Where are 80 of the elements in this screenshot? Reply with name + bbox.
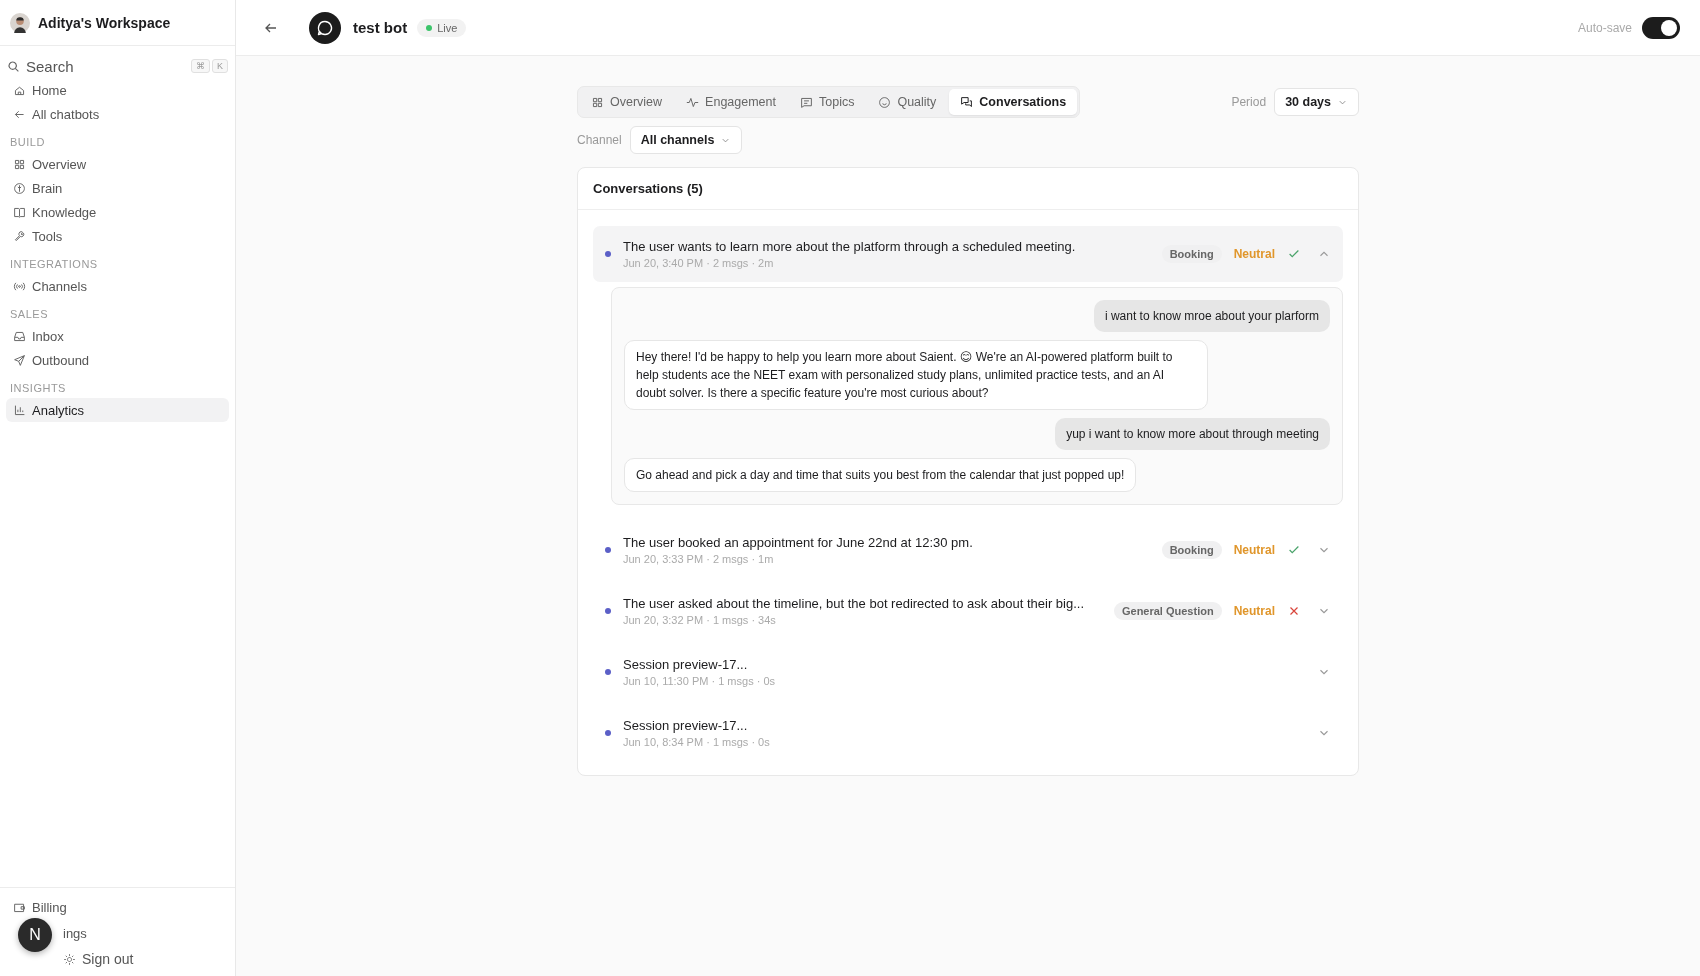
smiley-icon	[878, 95, 892, 109]
conversation-summary: The user wants to learn more about the platform through a scheduled meeting.	[623, 239, 1077, 254]
conversation-summary: The user asked about the timeline, but the bot redirected to ask about their big...	[623, 596, 1086, 611]
topic-tag: Booking	[1161, 245, 1222, 263]
status-dot	[605, 547, 611, 553]
sentiment-label: Neutral	[1233, 604, 1275, 618]
bot-message: Go ahead and pick a day and time that suits you best from the calendar that just popped up!	[624, 458, 1137, 492]
search-icon	[7, 59, 20, 73]
channel-label: Channel	[577, 133, 622, 147]
sidebar-item[interactable]: Outbound	[6, 348, 229, 372]
sentiment-label: Neutral	[1233, 247, 1275, 261]
sidebar-item[interactable]: ings	[56, 920, 94, 946]
conversation-meta: Jun 20, 3:40 PM · 2 msgs · 2m	[623, 257, 775, 269]
status-badge: Live	[417, 18, 467, 37]
activity-icon	[686, 95, 700, 109]
user-message: i want to know mroe about your plarform	[1093, 300, 1330, 332]
send-icon	[13, 353, 26, 367]
conversation-row[interactable]: Session preview-17... Jun 10, 8:34 PM · 1 msgs · 0s	[593, 705, 1343, 761]
conversation-row[interactable]: The user wants to learn more about the platform through a scheduled meeting. Jun 20, 3:40 PM · 2 msgs · 2m Booking Neutral	[593, 226, 1343, 282]
sidebar-item[interactable]: Overview	[6, 152, 229, 176]
tab[interactable]: Topics	[789, 89, 866, 115]
channel-dropdown[interactable]: All channels	[629, 126, 743, 154]
sidebar-item[interactable]: Analytics	[6, 398, 229, 422]
section-heading: INSIGHTS	[10, 382, 67, 394]
avatar-icon	[10, 12, 30, 33]
status-dot	[605, 251, 611, 257]
card-title: Conversations (5)	[578, 168, 1358, 210]
conversation-row[interactable]: The user asked about the timeline, but the bot redirected to ask about their big... Jun 20, 3:32 PM · 1 msgs · 34s General Question Neutral	[593, 583, 1343, 639]
compass-icon	[13, 181, 26, 195]
chat-bubble-icon	[309, 11, 341, 44]
workspace-name[interactable]: Aditya's Workspace	[38, 14, 171, 31]
conversation-summary: Session preview-17...	[623, 657, 749, 672]
chat-bubbles-icon	[960, 95, 974, 109]
tab[interactable]: Conversations	[949, 89, 1078, 115]
inbox-icon	[13, 329, 26, 343]
key-hint: K	[212, 59, 228, 73]
status-dot	[605, 669, 611, 675]
status-dot	[605, 730, 611, 736]
sidebar-item[interactable]: Billing	[6, 894, 229, 920]
period-label: Period	[1231, 95, 1267, 109]
sentiment-label: Neutral	[1233, 543, 1275, 557]
autosave-label: Auto-save	[1577, 20, 1632, 35]
bot-message: Hey there! I'd be happy to help you learn more about Saient. 😊 We're an AI-powered platform built to help students ace the NEET exam with personalized study plans, unlimited practice tests, and an AI doubt solver. Is there a specific feature you're most curious about?	[624, 340, 1208, 410]
topic-tag: General Question	[1113, 602, 1222, 620]
sidebar-item[interactable]: Inbox	[6, 324, 229, 348]
section-heading: INTEGRATIONS	[10, 258, 99, 270]
floating-avatar-button[interactable]: N	[18, 918, 52, 952]
grid-icon	[13, 157, 26, 171]
conversation-meta: Jun 10, 8:34 PM · 1 msgs · 0s	[623, 736, 771, 748]
sidebar-item[interactable]: Knowledge	[6, 200, 229, 224]
bot-name: test bot	[353, 19, 408, 36]
status-dot	[605, 608, 611, 614]
sidebar-item[interactable]: All chatbots	[6, 102, 229, 126]
conversation-row[interactable]: The user booked an appointment for June 22nd at 12:30 pm. Jun 20, 3:33 PM · 2 msgs · 1m Booking Neutral	[593, 522, 1343, 578]
wrench-icon	[13, 229, 26, 243]
user-message: yup i want to know more about through meeting	[1055, 418, 1330, 450]
conversation-summary: Session preview-17...	[623, 718, 749, 733]
book-icon	[13, 205, 26, 219]
grid-icon	[591, 95, 604, 109]
conversation-meta: Jun 20, 3:33 PM · 2 msgs · 1m	[623, 553, 775, 565]
sidebar-item[interactable]: Channels	[6, 274, 229, 298]
conversation-summary: The user booked an appointment for June 22nd at 12:30 pm.	[623, 535, 974, 550]
section-heading: SALES	[10, 308, 49, 320]
sidebar-item[interactable]: Brain	[6, 176, 229, 200]
period-dropdown[interactable]: 30 days	[1274, 88, 1359, 116]
tab[interactable]: Engagement	[675, 89, 787, 115]
conversation-row[interactable]: Session preview-17... Jun 10, 11:30 PM · 1 msgs · 0s	[593, 644, 1343, 700]
conversation-meta: Jun 20, 3:32 PM · 1 msgs · 34s	[623, 614, 777, 626]
conversation-meta: Jun 10, 11:30 PM · 1 msgs · 0s	[623, 675, 777, 687]
sidebar-item[interactable]: Home	[6, 78, 229, 102]
sidebar-item[interactable]: Tools	[6, 224, 229, 248]
key-hint: ⌘	[191, 59, 210, 73]
autosave-toggle[interactable]	[1642, 16, 1680, 39]
bar-chart-icon	[13, 403, 26, 417]
sidebar-item[interactable]: Sign out	[62, 946, 141, 972]
section-heading: BUILD	[10, 136, 46, 148]
tab[interactable]: Overview	[580, 89, 674, 115]
topic-tag: Booking	[1161, 541, 1222, 559]
search-button[interactable]: Search ⌘ K	[6, 54, 229, 78]
tab[interactable]: Quality	[867, 89, 948, 115]
